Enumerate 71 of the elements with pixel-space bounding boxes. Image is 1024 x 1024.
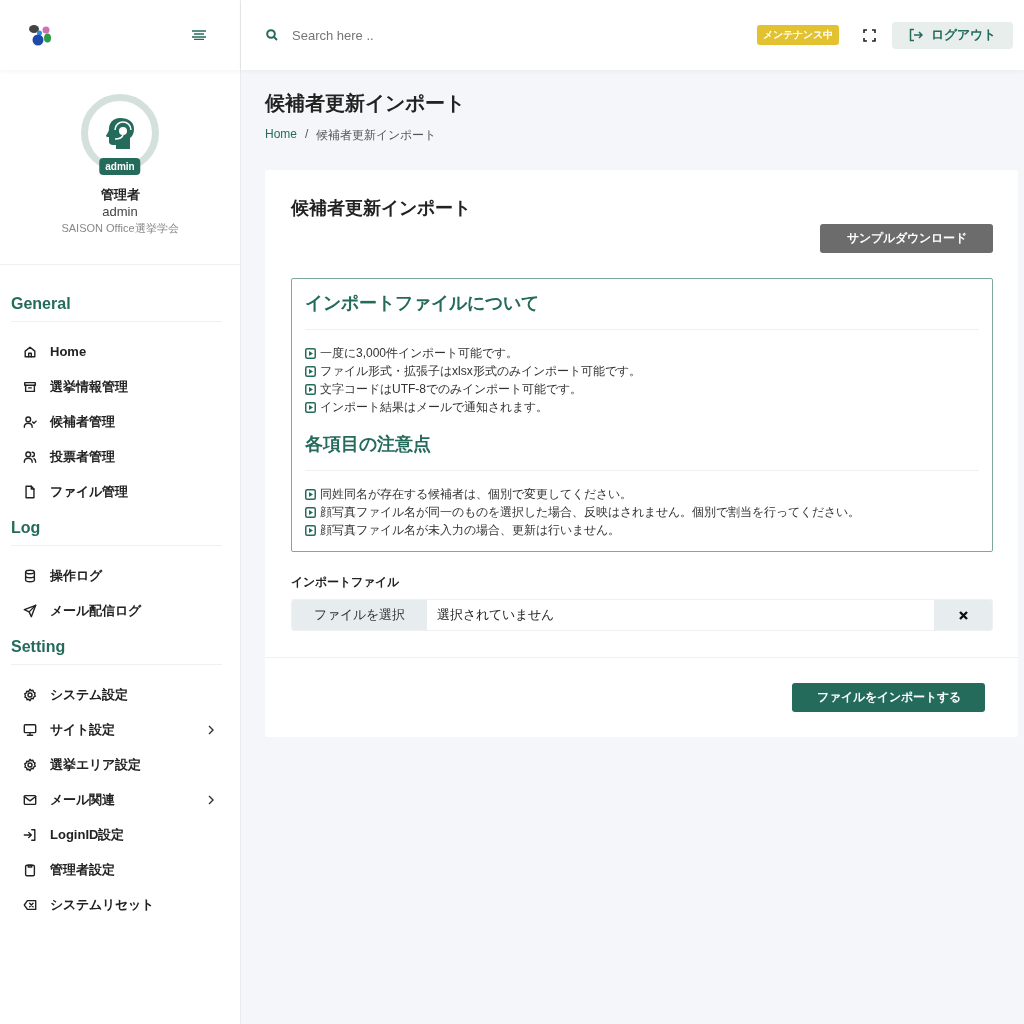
clear-button[interactable] bbox=[934, 600, 992, 630]
nav-item[interactable]: 候補者管理 bbox=[11, 404, 222, 439]
breadcrumb-link[interactable]: Home bbox=[265, 127, 297, 144]
info-text: 同姓同名が存在する候補者は、個別で変更してください。 bbox=[320, 486, 632, 503]
play-square-icon bbox=[305, 488, 316, 500]
info-heading: インポートファイルについて bbox=[305, 291, 979, 330]
play-square-icon bbox=[305, 347, 316, 359]
info-heading: 各項目の注意点 bbox=[305, 432, 979, 471]
field-label: インポートファイル bbox=[291, 574, 400, 591]
info-text: ファイル形式・拡張子はxlsx形式のみインポート可能です。 bbox=[320, 363, 641, 380]
play-square-icon bbox=[305, 365, 316, 377]
role-badge: admin bbox=[99, 158, 141, 175]
user-check-icon bbox=[23, 414, 37, 429]
info-text: 一度に3,000件インポート可能です。 bbox=[320, 345, 519, 362]
nav-item[interactable]: 選挙エリア設定 bbox=[11, 747, 222, 782]
home-icon bbox=[23, 344, 37, 359]
nav-section-title: Setting bbox=[11, 628, 222, 665]
nav-item[interactable]: メール関連 bbox=[11, 782, 222, 817]
profile-role: 管理者 bbox=[100, 186, 140, 204]
nav-item[interactable]: サイト設定 bbox=[11, 712, 222, 747]
nav-item[interactable]: 操作ログ bbox=[11, 558, 222, 593]
page-title: 候補者更新インポート bbox=[265, 91, 466, 116]
search-icon[interactable] bbox=[266, 29, 278, 41]
profile-organization: SAISON Office選挙学会 bbox=[61, 221, 179, 236]
nav-item[interactable]: システムリセット bbox=[11, 887, 222, 922]
mail-icon bbox=[23, 792, 37, 807]
info-text: 文字コードはUTF-8でのみインポート可能です。 bbox=[320, 381, 582, 398]
logout-icon bbox=[909, 28, 923, 42]
import-button[interactable]: ファイルをインポートする bbox=[792, 683, 985, 712]
sample-download-button[interactable]: サンプルダウンロード bbox=[820, 224, 993, 253]
settings-icon bbox=[23, 757, 37, 772]
settings-icon bbox=[23, 687, 37, 702]
info-text: 顔写真ファイル名が未入力の場合、更新は行いません。 bbox=[320, 522, 620, 539]
play-square-icon bbox=[305, 506, 316, 518]
headset-user-icon bbox=[103, 116, 137, 150]
nav-section-title: Log bbox=[11, 509, 222, 546]
login-icon bbox=[23, 827, 37, 842]
nav-item[interactable]: LoginID設定 bbox=[11, 817, 222, 852]
breadcrumb-separator: / bbox=[305, 127, 309, 143]
close-icon bbox=[958, 610, 968, 620]
nav-item[interactable]: ファイル管理 bbox=[11, 474, 222, 509]
fullscreen-icon[interactable] bbox=[863, 28, 876, 42]
database-icon bbox=[23, 568, 37, 583]
send-icon bbox=[23, 603, 37, 618]
nav-item[interactable]: メール配信ログ bbox=[11, 593, 222, 628]
breadcrumb-current: 候補者更新インポート bbox=[316, 127, 437, 144]
archive-icon bbox=[23, 379, 37, 394]
logo-icon bbox=[28, 24, 54, 46]
nav-item[interactable]: 投票者管理 bbox=[11, 439, 222, 474]
info-text: インポート結果はメールで通知されます。 bbox=[320, 399, 548, 416]
clipboard-icon bbox=[23, 862, 37, 877]
nav-item[interactable]: 選挙情報管理 bbox=[11, 369, 222, 404]
info-text: 顔写真ファイル名が同一のものを選択した場合、反映はされません。個別で割当を行ってください。 bbox=[320, 504, 860, 521]
nav-item[interactable]: 管理者設定 bbox=[11, 852, 222, 887]
play-square-icon bbox=[305, 524, 316, 536]
profile-username: admin bbox=[102, 204, 138, 219]
menu-icon[interactable] bbox=[192, 30, 206, 40]
file-icon bbox=[23, 484, 37, 499]
monitor-icon bbox=[23, 722, 37, 737]
card-title: 候補者更新インポート bbox=[291, 197, 472, 220]
logout-button[interactable]: ログアウト bbox=[892, 21, 1013, 49]
nav-item[interactable]: Home bbox=[11, 334, 222, 369]
choose-file-button[interactable]: ファイルを選択 bbox=[292, 600, 427, 630]
nav-item[interactable]: システム設定 bbox=[11, 677, 222, 712]
file-input[interactable]: ファイルを選択 選択されていません bbox=[291, 599, 993, 631]
nav-section-title: General bbox=[11, 285, 222, 322]
maintenance-badge: メンテナンス中 bbox=[757, 25, 839, 45]
play-square-icon bbox=[305, 401, 316, 413]
play-square-icon bbox=[305, 383, 316, 395]
users-icon bbox=[23, 449, 37, 464]
backspace-icon bbox=[23, 897, 37, 912]
